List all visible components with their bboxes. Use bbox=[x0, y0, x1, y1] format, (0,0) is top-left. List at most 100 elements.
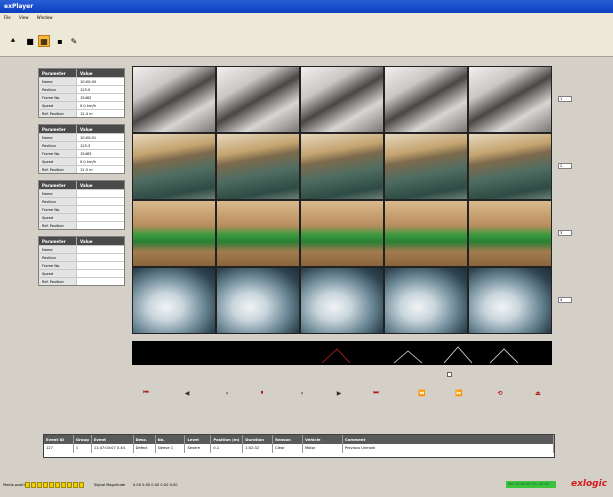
parameter-name: Ref. Position bbox=[39, 222, 77, 229]
open-icon: ⯅ bbox=[9, 36, 17, 45]
table-row[interactable]: Speed bbox=[39, 213, 124, 221]
toolbar-button-tools[interactable]: ✎ bbox=[68, 35, 80, 47]
play-button[interactable]: ▶ bbox=[333, 388, 345, 398]
step-back-button[interactable]: ‹ bbox=[221, 388, 233, 398]
column-header[interactable]: Event bbox=[92, 435, 134, 444]
menu-item-view[interactable]: View bbox=[19, 15, 29, 20]
parameter-value: 125.3 bbox=[80, 144, 91, 148]
column-header[interactable]: Vehicle bbox=[303, 435, 343, 444]
video-frame[interactable] bbox=[132, 66, 216, 133]
column-header[interactable]: Level bbox=[185, 435, 212, 444]
table-row[interactable]: 127 1 11:47:04:07 0.44 Defect Sleeve 1 Severe… bbox=[44, 444, 554, 453]
video-frame[interactable] bbox=[216, 133, 300, 200]
first-icon: ⏮ bbox=[143, 389, 149, 396]
video-frame[interactable] bbox=[384, 66, 468, 133]
video-frame[interactable] bbox=[216, 267, 300, 334]
column-header[interactable]: Group bbox=[74, 435, 92, 444]
video-frame[interactable] bbox=[468, 267, 552, 334]
parameter-name: Ref. Position bbox=[39, 166, 77, 173]
column-header[interactable]: Duration bbox=[243, 435, 274, 444]
play-back-button[interactable]: ◀ bbox=[181, 388, 193, 398]
last-button[interactable]: ⏭ bbox=[370, 388, 382, 398]
step-forward-button[interactable]: › bbox=[296, 388, 308, 398]
parameter-value: 125.0 bbox=[80, 88, 91, 92]
video-frame[interactable] bbox=[384, 200, 468, 267]
menu-bar: File View Window bbox=[0, 13, 613, 21]
video-frame[interactable] bbox=[216, 66, 300, 133]
table-row[interactable]: Ref. Position bbox=[39, 221, 124, 229]
seek-slider-thumb[interactable] bbox=[447, 372, 452, 377]
toolbar-button-stop[interactable]: ■ bbox=[24, 35, 36, 47]
toolbar-button-grid-view[interactable]: ▦ bbox=[38, 35, 50, 47]
video-frame[interactable] bbox=[300, 267, 384, 334]
loop-button[interactable]: ⟲ bbox=[494, 388, 506, 398]
next-event-button[interactable]: ⏩ bbox=[453, 388, 465, 398]
column-header[interactable]: Position (m) bbox=[211, 435, 244, 444]
waveform-strip[interactable] bbox=[132, 341, 552, 365]
table-row[interactable]: Frame No. bbox=[39, 205, 124, 213]
camera-label-4[interactable]: 4 bbox=[558, 297, 572, 303]
column-header[interactable]: Desc. bbox=[134, 435, 156, 444]
toolbar-button-single-view[interactable]: ▪ bbox=[54, 35, 66, 47]
table-row[interactable]: Name bbox=[39, 189, 124, 197]
table-cell: 11:47:04:07 0.44 bbox=[92, 444, 134, 453]
video-frame[interactable] bbox=[468, 200, 552, 267]
media-position-meter bbox=[25, 482, 84, 488]
video-frame[interactable] bbox=[132, 267, 216, 334]
parameter-name: Name bbox=[39, 78, 77, 85]
parameter-value: 15482 bbox=[80, 96, 92, 100]
camera-label-2[interactable]: 2 bbox=[558, 163, 572, 169]
menu-item-file[interactable]: File bbox=[4, 15, 11, 20]
table-row[interactable]: Frame No. 15483 bbox=[39, 149, 124, 157]
column-header[interactable]: No. bbox=[156, 435, 186, 444]
parameter-name: Frame No. bbox=[39, 262, 77, 269]
video-frame[interactable] bbox=[132, 133, 216, 200]
table-row[interactable]: Name 10:00:01 bbox=[39, 133, 124, 141]
tools-icon: ✎ bbox=[70, 36, 78, 46]
first-button[interactable]: ⏮ bbox=[140, 388, 152, 398]
video-frame[interactable] bbox=[216, 200, 300, 267]
video-frame[interactable] bbox=[384, 133, 468, 200]
camera-label-3[interactable]: 3 bbox=[558, 230, 572, 236]
video-frame[interactable] bbox=[468, 66, 552, 133]
video-frame[interactable] bbox=[300, 133, 384, 200]
video-frame[interactable] bbox=[300, 200, 384, 267]
table-row[interactable]: Frame No. bbox=[39, 261, 124, 269]
column-header[interactable]: Comment bbox=[343, 435, 554, 444]
video-frame[interactable] bbox=[132, 200, 216, 267]
app-logo: exlogic bbox=[571, 479, 608, 489]
table-row[interactable]: Ref. Position 12.5 m bbox=[39, 165, 124, 173]
step-back-icon: ‹ bbox=[225, 389, 229, 397]
parameter-name: Speed bbox=[39, 270, 77, 277]
table-row[interactable]: Speed bbox=[39, 269, 124, 277]
parameter-name: Ref. Position bbox=[39, 278, 77, 285]
play-icon: ▶ bbox=[336, 389, 342, 397]
prev-event-button[interactable]: ⏪ bbox=[416, 388, 428, 398]
column-header[interactable]: Reason bbox=[273, 435, 304, 444]
video-frame[interactable] bbox=[300, 66, 384, 133]
table-row[interactable]: Speed 0.0 km/h bbox=[39, 157, 124, 165]
end-button[interactable]: ⏏ bbox=[532, 388, 544, 398]
camera-label-1[interactable]: 1 bbox=[558, 96, 572, 102]
stop-icon: ■ bbox=[26, 36, 34, 46]
header-parameter: Parameter bbox=[39, 237, 77, 245]
parameter-table-header: Parameter Value bbox=[39, 181, 124, 189]
table-cell: Severe bbox=[185, 444, 212, 453]
video-frame[interactable] bbox=[384, 267, 468, 334]
menu-item-window[interactable]: Window bbox=[37, 15, 53, 20]
video-frame[interactable] bbox=[468, 133, 552, 200]
table-row[interactable]: Position 125.3 bbox=[39, 141, 124, 149]
table-row[interactable]: Position bbox=[39, 253, 124, 261]
pause-button[interactable]: ⏸ bbox=[256, 388, 268, 398]
table-row[interactable]: Position 125.0 bbox=[39, 85, 124, 93]
table-row[interactable]: Name 10:00:00 bbox=[39, 77, 124, 85]
table-row[interactable]: Position bbox=[39, 197, 124, 205]
table-row[interactable]: Speed 0.0 km/h bbox=[39, 101, 124, 109]
table-cell: 0.1 bbox=[211, 444, 244, 453]
table-row[interactable]: Ref. Position 12.4 m bbox=[39, 109, 124, 117]
table-row[interactable]: Name bbox=[39, 245, 124, 253]
table-row[interactable]: Frame No. 15482 bbox=[39, 93, 124, 101]
toolbar-button-open[interactable]: ⯅ bbox=[7, 35, 19, 47]
table-row[interactable]: Ref. Position bbox=[39, 277, 124, 285]
column-header[interactable]: Event ID bbox=[44, 435, 74, 444]
